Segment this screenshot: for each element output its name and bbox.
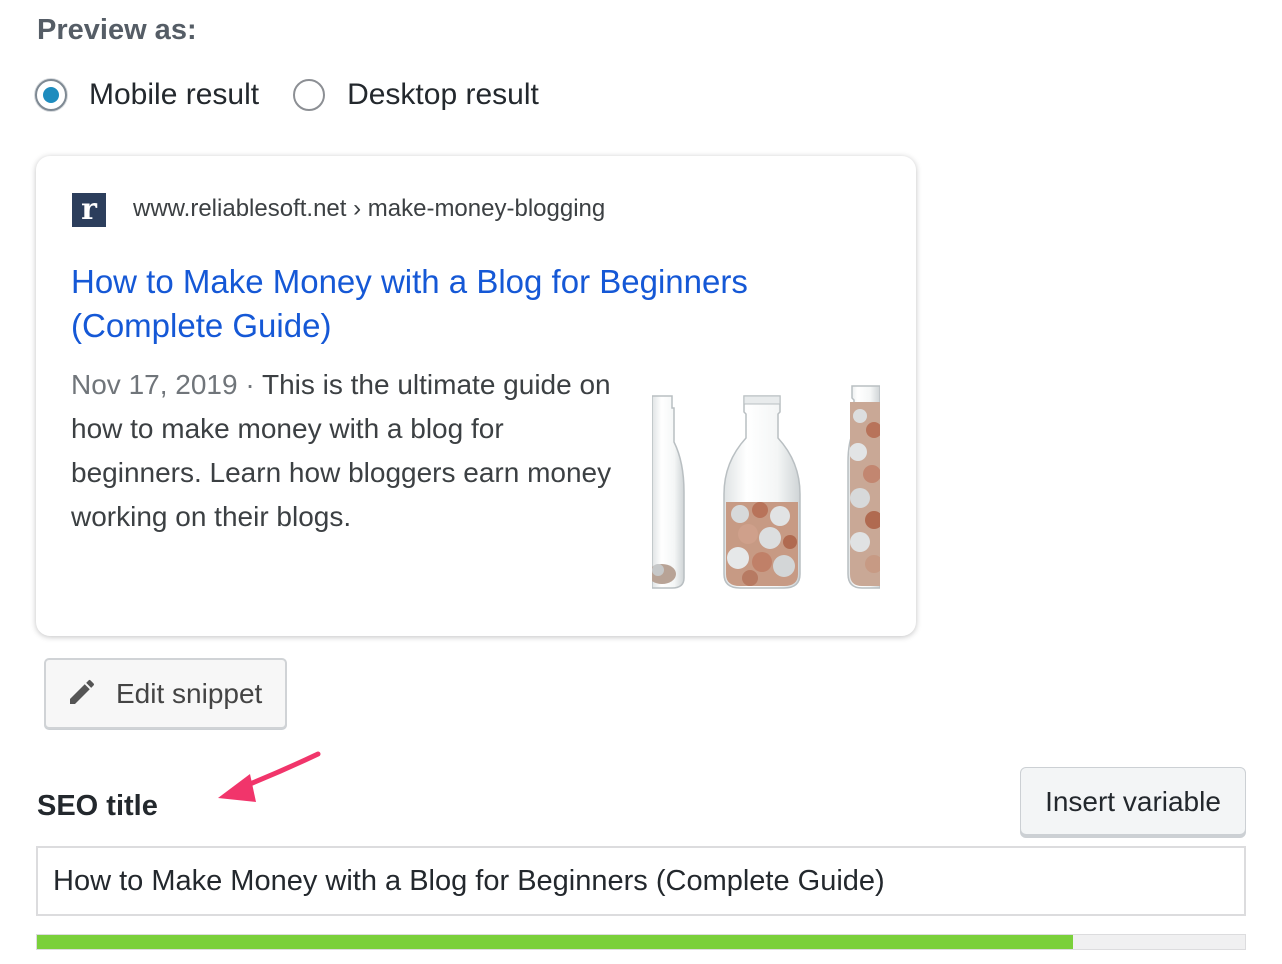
annotation-arrow-icon bbox=[218, 751, 321, 802]
seo-title-value: How to Make Money with a Blog for Beginn… bbox=[53, 864, 885, 897]
seo-title-label: SEO title bbox=[37, 790, 158, 822]
site-favicon: r bbox=[72, 193, 106, 227]
progress-fill bbox=[37, 935, 1074, 949]
radio-selected-dot bbox=[43, 87, 59, 103]
serp-date: Nov 17, 2019 bbox=[71, 369, 238, 400]
breadcrumb-url: www.reliablesoft.net › make-money-bloggi… bbox=[133, 195, 606, 222]
radio-mobile-label[interactable]: Mobile result bbox=[89, 78, 259, 112]
edit-snippet-label: Edit snippet bbox=[116, 677, 263, 709]
seo-title-input[interactable]: How to Make Money with a Blog for Beginn… bbox=[36, 846, 1246, 916]
radio-mobile-result[interactable]: Mobile result bbox=[35, 78, 259, 112]
preview-heading: Preview as: bbox=[37, 14, 197, 46]
radio-desktop-result[interactable]: Desktop result bbox=[293, 78, 539, 112]
radio-mobile-circle[interactable] bbox=[35, 79, 67, 111]
seo-title-length-progress bbox=[36, 934, 1246, 950]
date-separator: · bbox=[237, 369, 262, 400]
insert-variable-button[interactable]: Insert variable bbox=[1020, 767, 1246, 835]
coin-jars-image bbox=[652, 382, 880, 590]
preview-mode-radio-group: Mobile result Desktop result bbox=[35, 78, 539, 112]
serp-title-link[interactable]: How to Make Money with a Blog for Beginn… bbox=[71, 260, 831, 348]
serp-description: Nov 17, 2019 · This is the ultimate guid… bbox=[71, 363, 631, 539]
radio-desktop-circle[interactable] bbox=[293, 79, 326, 111]
radio-desktop-label[interactable]: Desktop result bbox=[347, 78, 539, 112]
edit-snippet-button[interactable]: Edit snippet bbox=[44, 658, 287, 729]
serp-preview-card: r www.reliablesoft.net › make-money-blog… bbox=[36, 156, 916, 636]
pencil-icon bbox=[66, 676, 98, 711]
